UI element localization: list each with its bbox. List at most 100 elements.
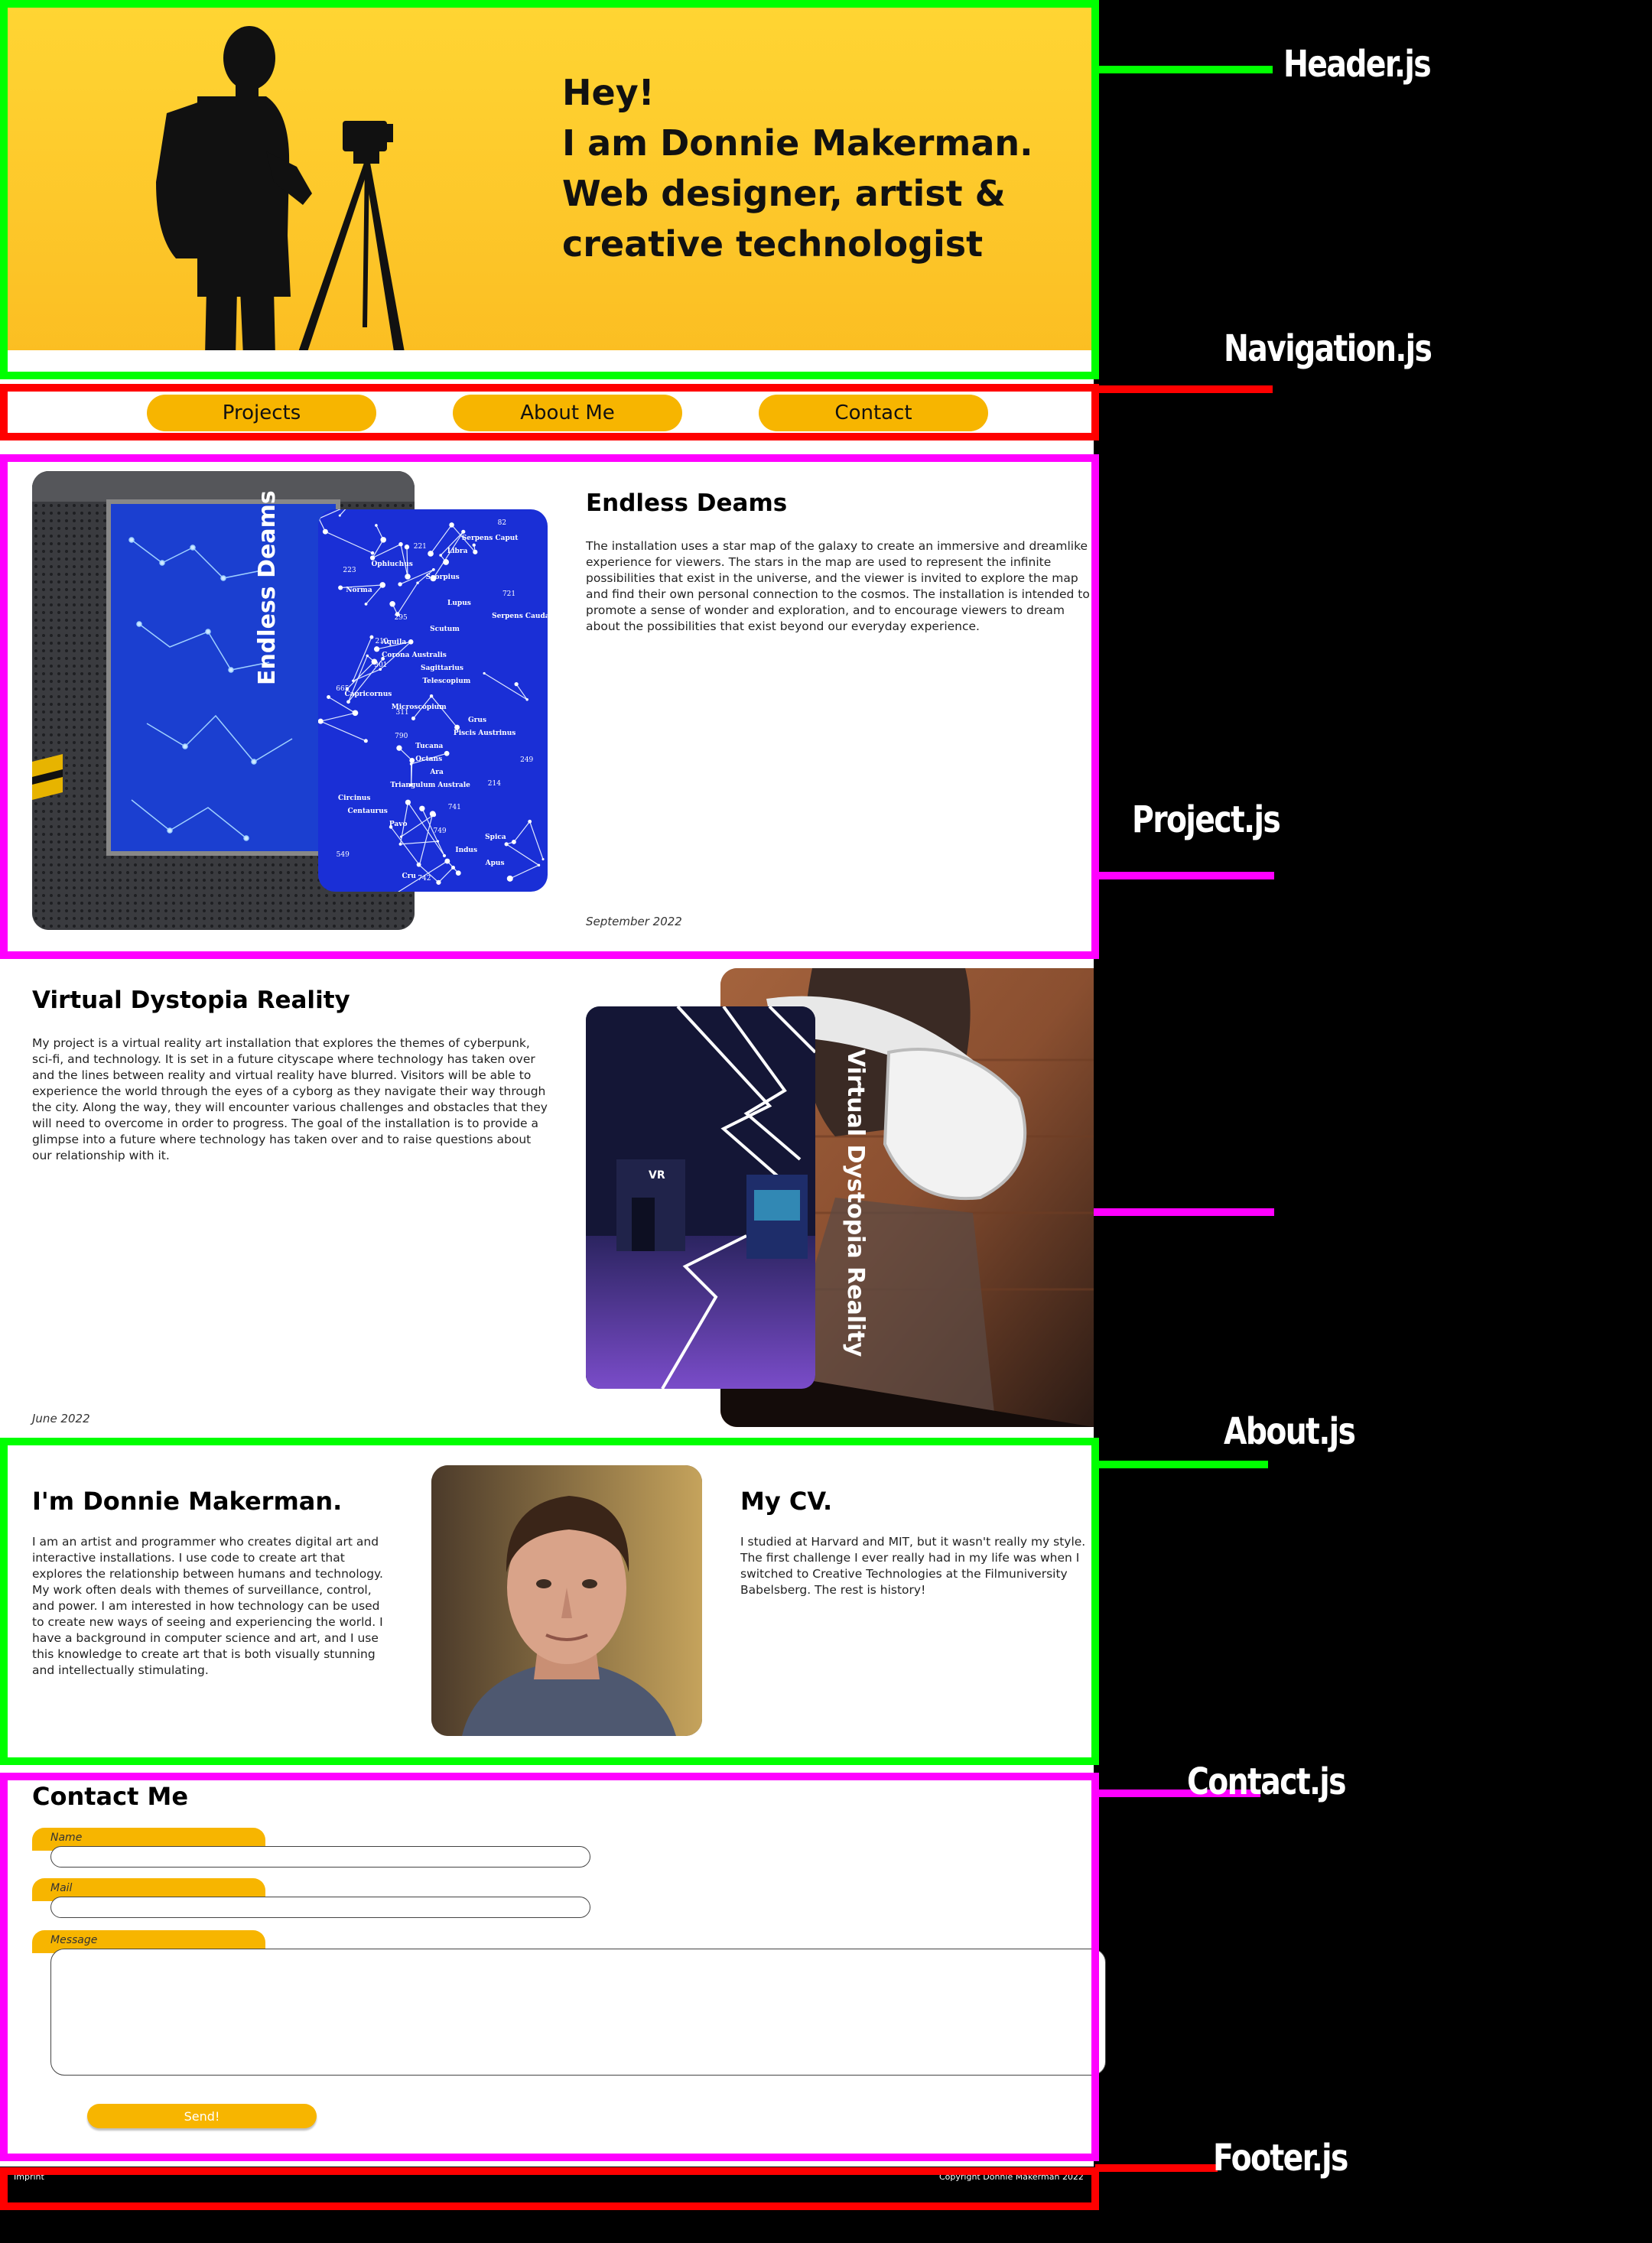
star-number: 311 [395, 709, 408, 717]
project-title: Endless Deams [586, 489, 788, 517]
imprint-link[interactable]: Imprint [14, 2172, 44, 2182]
project-date: June 2022 [32, 1412, 90, 1425]
star [405, 574, 411, 580]
star [483, 671, 486, 675]
star-label: Corona Australis [382, 652, 447, 659]
mail-input[interactable] [50, 1897, 590, 1918]
star-number: 295 [395, 614, 408, 622]
star-number: 749 [433, 827, 446, 835]
star-label: Pavo [389, 821, 408, 828]
star [431, 567, 435, 571]
star [514, 682, 519, 687]
star [473, 549, 478, 554]
star [444, 750, 450, 756]
star [511, 839, 516, 844]
contact-component-label: Contact.js [1187, 1760, 1347, 1803]
star [439, 554, 442, 557]
star [399, 835, 403, 838]
endless-deams-vertical-title: Endless Deams [254, 490, 281, 685]
star [443, 559, 450, 565]
project-connector [1095, 872, 1274, 879]
constellation-line [371, 525, 408, 577]
star-label: Sagittarius [421, 665, 463, 672]
star-label: Ophiuchus [372, 561, 413, 568]
hero-name: I am Donnie Makerman. [562, 122, 1033, 164]
hero-role-line2: creative technologist [562, 223, 984, 265]
project-component-label: Project.js [1132, 798, 1281, 841]
star [369, 635, 374, 639]
star [429, 694, 434, 698]
header-hero: Hey! I am Donnie Makerman. Web designer,… [6, 6, 1094, 356]
navigation-component-label: Navigation.js [1224, 327, 1432, 370]
star-number: 665 [336, 685, 349, 693]
star [461, 529, 466, 534]
star [411, 716, 415, 720]
send-button[interactable]: Send! [87, 2104, 317, 2128]
star [375, 524, 378, 527]
name-input[interactable] [50, 1846, 590, 1868]
star-label: Cru [402, 873, 416, 880]
cv-title: My CV. [740, 1487, 833, 1516]
footer-connector [1095, 2164, 1218, 2172]
star-number: 549 [337, 851, 350, 859]
star [338, 514, 341, 517]
footer [0, 2167, 1094, 2243]
star [327, 695, 331, 699]
project-date: September 2022 [586, 915, 682, 928]
project-description: My project is a virtual reality art inst… [32, 1036, 548, 1162]
cv-text: I studied at Harvard and MIT, but it was… [740, 1535, 1086, 1597]
star-label: Apus [485, 860, 505, 867]
star [455, 870, 461, 876]
star-number: 82 [498, 519, 506, 527]
star-number: 301 [374, 662, 387, 669]
star [436, 840, 440, 843]
star [449, 522, 454, 528]
star-map-image: Serpens Caput Libra Ophiuchus Scorpius Norma… [318, 509, 548, 892]
star [428, 551, 434, 557]
star-label: Grus [468, 717, 486, 724]
star [419, 805, 425, 811]
copyright-text: Copyright Donnie Makerman 2022 [939, 2172, 1084, 2182]
star [396, 745, 402, 751]
nav-contact-button[interactable]: Contact [759, 395, 988, 431]
star [398, 541, 403, 547]
constellation-line [483, 672, 528, 701]
star [418, 863, 421, 866]
star [373, 646, 380, 652]
project-description: The installation uses a star map of the … [586, 539, 1090, 633]
star-label: Libra [447, 548, 468, 555]
star-number: 721 [502, 590, 515, 598]
footer-component-label: Footer.js [1213, 2137, 1348, 2180]
star [364, 602, 368, 606]
hero-role-line1: Web designer, artist & [562, 173, 1006, 214]
star [404, 544, 410, 550]
star-label: Piscis Austrinus [454, 730, 515, 737]
nav-about-button[interactable]: About Me [453, 395, 682, 431]
star-label: Telescopium [422, 678, 470, 685]
star-number: 223 [343, 567, 356, 574]
star [346, 700, 350, 704]
star-number: 790 [395, 733, 408, 740]
star-label: Indus [455, 847, 477, 854]
star [398, 842, 402, 846]
project2-connector [1094, 1208, 1274, 1216]
star-number: 742 [418, 875, 431, 883]
star-label: Spica [485, 834, 506, 841]
star [528, 819, 532, 824]
constellation-line [319, 696, 366, 742]
contact-title: Contact Me [32, 1782, 189, 1811]
star-number: 210 [375, 638, 388, 645]
portrait-photo [431, 1465, 702, 1736]
star [431, 812, 437, 818]
star [409, 757, 415, 763]
star-label: Circinus [338, 795, 370, 802]
star-label: Scutum [430, 626, 460, 633]
message-textarea[interactable] [50, 1949, 1106, 2076]
nav-projects-button[interactable]: Projects [147, 395, 376, 431]
star-label: Tucana [415, 743, 443, 750]
star-number: 741 [448, 804, 461, 811]
project-title: Virtual Dystopia Reality [32, 987, 350, 1014]
star [416, 581, 419, 584]
star [451, 865, 455, 870]
endless-deams-star-map: Serpens Caput Libra Ophiuchus Scorpius Norma… [318, 509, 548, 892]
